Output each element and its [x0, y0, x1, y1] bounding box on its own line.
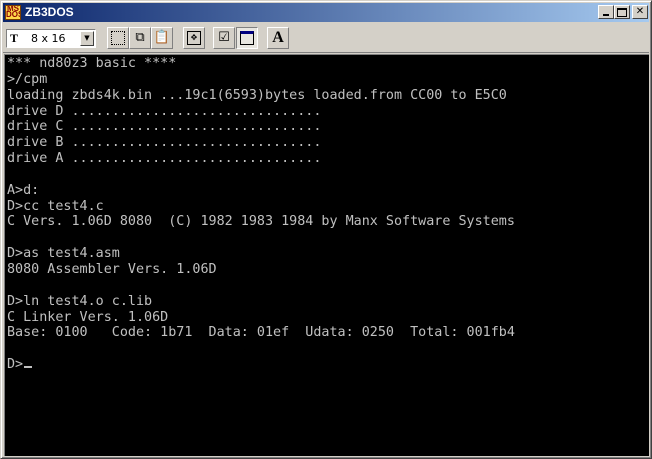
truetype-icon: T: [10, 31, 19, 45]
fullscreen-button[interactable]: ✥: [183, 27, 205, 49]
background-icon: [240, 30, 254, 45]
console-line: drive A ...............................: [7, 151, 322, 167]
minimize-button[interactable]: [598, 5, 614, 19]
mark-button[interactable]: [107, 27, 129, 49]
title-bar[interactable]: MSDOS ZB3DOS ✕: [3, 3, 649, 22]
maximize-icon: [617, 8, 627, 17]
fullscreen-icon: ✥: [187, 30, 201, 45]
paste-icon: 📋: [153, 30, 171, 45]
window-title: ZB3DOS: [25, 5, 74, 19]
text-cursor: [24, 366, 33, 369]
console-line: 8080 Assembler Vers. 1.06D: [7, 261, 217, 277]
copy-button[interactable]: ⧉: [129, 27, 151, 49]
paste-button[interactable]: 📋: [151, 27, 173, 49]
font-icon: A: [272, 29, 284, 46]
copy-icon: ⧉: [135, 30, 145, 45]
console-area[interactable]: *** nd80z3 basic **** >/cpm loading zbds4k…: [4, 54, 649, 456]
console-line: C Linker Vers. 1.06D: [7, 309, 169, 325]
console-output: *** nd80z3 basic **** >/cpm loading zbds4k…: [7, 56, 515, 373]
console-line: drive C ...............................: [7, 119, 322, 135]
close-icon: ✕: [635, 6, 645, 17]
font-size-value: 8 x 16: [31, 32, 66, 45]
font-button[interactable]: A: [267, 27, 289, 49]
mark-icon: [111, 30, 125, 45]
console-line: C Vers. 1.06D 8080 (C) 1982 1983 1984 by…: [7, 214, 515, 230]
dos-window: MSDOS ZB3DOS ✕ T 8 x 16 ▼ ⧉ 📋 ✥ ☑: [0, 0, 652, 459]
console-line: D>as test4.asm: [7, 246, 120, 262]
console-line: *** nd80z3 basic ****: [7, 56, 177, 71]
console-line: >/cpm: [7, 71, 48, 87]
close-button[interactable]: ✕: [632, 5, 648, 19]
console-line: drive B ...............................: [7, 135, 322, 151]
properties-button[interactable]: ☑: [213, 27, 235, 49]
maximize-button[interactable]: [614, 5, 630, 19]
console-line: loading zbds4k.bin ...19c1(6593)bytes lo…: [7, 87, 507, 103]
console-line: D>ln test4.o c.lib: [7, 293, 153, 309]
background-button[interactable]: [236, 27, 258, 49]
console-line: D>: [7, 357, 515, 373]
msdos-icon[interactable]: MSDOS: [5, 5, 21, 20]
minimize-icon: [603, 14, 609, 16]
console-line: drive D ...............................: [7, 103, 322, 119]
properties-icon: ☑: [218, 30, 230, 45]
console-line: A>d:: [7, 182, 40, 198]
console-line: D>cc test4.c: [7, 198, 104, 214]
font-size-select[interactable]: T 8 x 16 ▼: [6, 29, 96, 48]
chevron-down-icon[interactable]: ▼: [80, 31, 94, 46]
toolbar: T 8 x 16 ▼ ⧉ 📋 ✥ ☑ A: [3, 24, 649, 53]
console-line: Base: 0100 Code: 1b71 Data: 01ef Udata: …: [7, 325, 515, 341]
